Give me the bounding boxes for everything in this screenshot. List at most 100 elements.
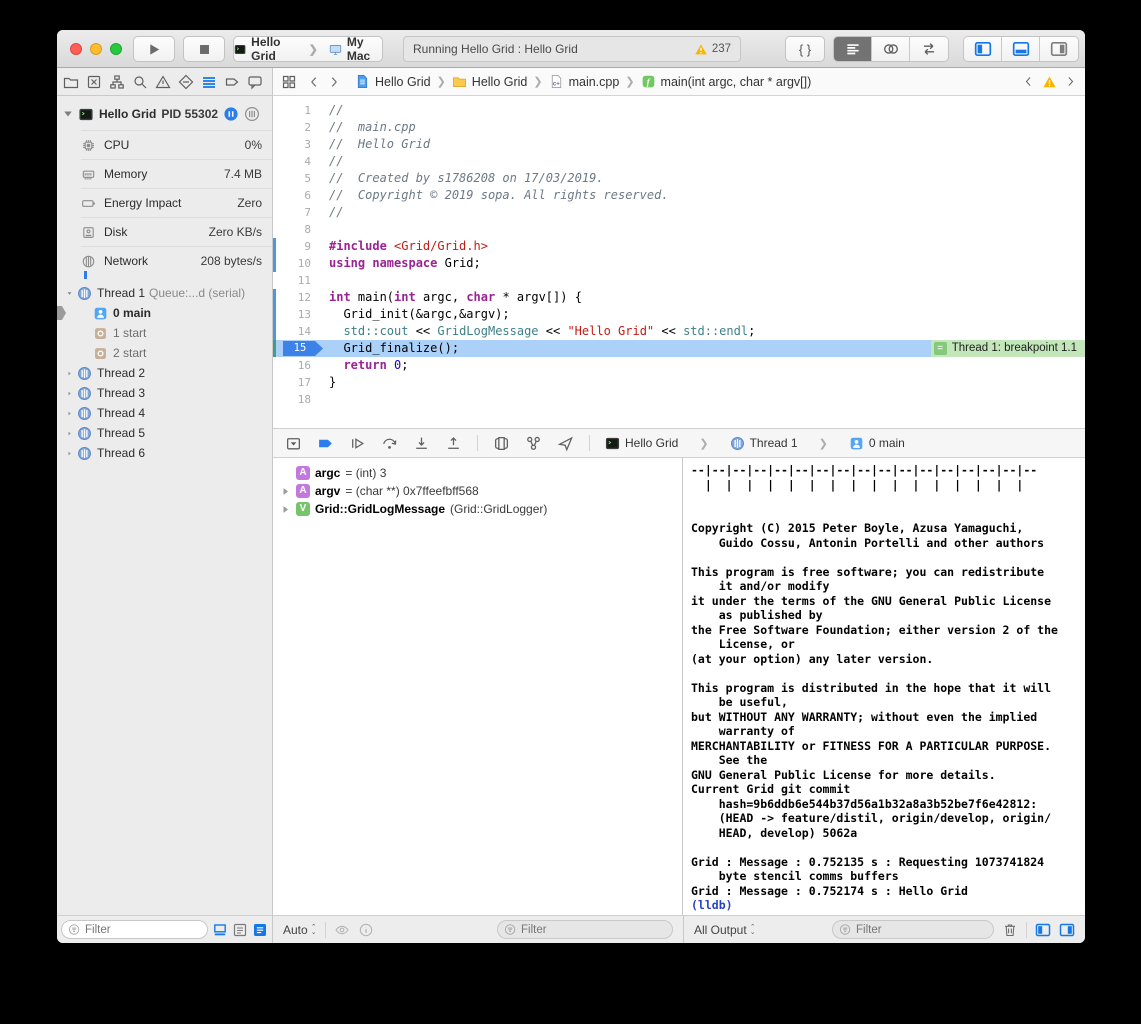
grouped-mode-icon[interactable] <box>252 922 268 938</box>
line-number[interactable]: 6 <box>273 187 321 204</box>
debug-area-panel-icon[interactable] <box>1002 37 1040 61</box>
debug-breadcrumb-item[interactable]: 0 main <box>849 436 905 451</box>
disclosure-closed[interactable] <box>67 389 77 398</box>
next-issue-icon[interactable] <box>1064 75 1077 88</box>
related-items-icon[interactable] <box>281 74 297 90</box>
line-number[interactable]: 13 <box>273 306 321 323</box>
disclosure-closed-icon[interactable] <box>67 429 72 438</box>
stack-frame-row[interactable]: 2 start <box>57 343 272 363</box>
gauge-row-energy-impact[interactable]: Energy ImpactZero <box>81 188 272 217</box>
simulate-location-icon[interactable] <box>557 435 574 452</box>
find-navigator-icon[interactable] <box>132 74 148 90</box>
disclosure-closed-icon[interactable] <box>67 369 72 378</box>
thread-row[interactable]: Thread 5 <box>57 423 272 443</box>
debug-breadcrumb-item[interactable]: Thread 1 <box>730 436 798 451</box>
line-number[interactable]: 17 <box>273 374 321 391</box>
breakpoint-navigator-icon[interactable] <box>224 74 240 90</box>
line-number[interactable]: 2 <box>273 119 321 136</box>
stack-frame-row[interactable]: 0 main <box>57 303 272 323</box>
close-window-button[interactable] <box>70 43 82 55</box>
activity-status[interactable]: Running Hello Grid : Hello Grid 237 <box>403 36 741 62</box>
show-variables-view-icon[interactable] <box>1035 922 1051 938</box>
disclosure[interactable] <box>281 487 291 496</box>
code-line[interactable]: 1// <box>273 102 1085 119</box>
code-line[interactable]: 12int main(int argc, char * argv[]) { <box>273 289 1085 306</box>
memory-graph-icon[interactable] <box>525 435 542 452</box>
line-number[interactable]: 16 <box>273 357 321 374</box>
thread-row[interactable]: Thread 1Queue:...d (serial) <box>57 283 272 303</box>
disclosure-closed-icon[interactable] <box>67 449 72 458</box>
thread-row[interactable]: Thread 6 <box>57 443 272 463</box>
variables-filter-field[interactable] <box>497 920 673 939</box>
library-button[interactable]: { } <box>785 36 825 62</box>
clear-console-icon[interactable] <box>1002 922 1018 938</box>
report-navigator-icon[interactable] <box>247 74 263 90</box>
disclosure-closed-icon[interactable] <box>67 409 72 418</box>
thread-row[interactable]: Thread 3 <box>57 383 272 403</box>
variables-scope-select[interactable]: Auto⌃⌄ <box>283 923 317 937</box>
disclosure-open-icon[interactable] <box>63 109 73 119</box>
gauge-row-disk[interactable]: DiskZero KB/s <box>81 217 272 246</box>
console-output[interactable]: --|--|--|--|--|--|--|--|--|--|--|--|--|-… <box>684 458 1085 915</box>
forward-icon[interactable] <box>327 75 341 89</box>
hide-debug-area-icon[interactable] <box>285 435 302 452</box>
stack-frame-row[interactable]: 1 start <box>57 323 272 343</box>
warning-counter[interactable]: 237 <box>694 43 731 56</box>
assistant-editor-icon[interactable] <box>872 37 910 61</box>
disclosure-closed[interactable] <box>67 369 77 378</box>
line-number[interactable]: 18 <box>273 391 321 408</box>
disclosure-closed-icon[interactable] <box>281 505 290 514</box>
issue-warning-icon[interactable] <box>1042 75 1057 89</box>
debug-breadcrumb-item[interactable]: Hello Grid <box>605 436 678 451</box>
step-into-icon[interactable] <box>413 435 430 452</box>
jumpbar-item[interactable]: c+main.cpp <box>549 74 620 89</box>
gauge-row-memory[interactable]: Memory7.4 MB <box>81 159 272 188</box>
navigator-filter-field[interactable] <box>61 920 208 939</box>
disclosure-open[interactable] <box>67 289 77 298</box>
disclosure-closed-icon[interactable] <box>67 389 72 398</box>
version-editor-icon[interactable] <box>910 37 948 61</box>
code-line[interactable]: 13 Grid_init(&argc,&argv); <box>273 306 1085 323</box>
view-hierarchy-icon[interactable] <box>493 435 510 452</box>
code-line[interactable]: 3// Hello Grid <box>273 136 1085 153</box>
line-number[interactable]: 5 <box>273 170 321 187</box>
tree-mode-icon[interactable] <box>232 922 248 938</box>
code-line[interactable]: 5// Created by s1786208 on 17/03/2019. <box>273 170 1085 187</box>
print-description-icon[interactable] <box>358 922 374 938</box>
console-filter-input[interactable] <box>856 924 987 936</box>
symbol-navigator-icon[interactable] <box>109 74 125 90</box>
gauge-row-cpu[interactable]: CPU0% <box>81 130 272 159</box>
show-console-view-icon[interactable] <box>1059 922 1075 938</box>
standard-editor-icon[interactable] <box>834 37 872 61</box>
code-line[interactable]: 18 <box>273 391 1085 408</box>
code-line[interactable]: 9#include <Grid/Grid.h> <box>273 238 1085 255</box>
variable-row[interactable]: Aargc= (int) 3 <box>273 464 682 482</box>
source-control-navigator-icon[interactable] <box>86 74 102 90</box>
jumpbar-item[interactable]: fmain(int argc, char * argv[]) <box>641 74 812 89</box>
debug-navigator-icon[interactable] <box>201 74 217 90</box>
line-number[interactable]: 11 <box>273 272 321 289</box>
quicklook-eye-icon[interactable] <box>334 922 350 938</box>
line-number[interactable]: 4 <box>273 153 321 170</box>
process-row[interactable]: Hello Grid PID 55302 <box>57 96 272 130</box>
lldb-prompt[interactable]: (lldb) <box>691 898 1085 913</box>
console-scope-select[interactable]: All Output⌃⌄ <box>694 923 756 937</box>
inspector-panel-icon[interactable] <box>1040 37 1078 61</box>
source-editor[interactable]: 1//2// main.cpp3// Hello Grid4//5// Crea… <box>273 96 1085 428</box>
previous-issue-icon[interactable] <box>1022 75 1035 88</box>
stop-button[interactable] <box>183 36 225 62</box>
breakpoint-badge[interactable]: 15 <box>283 341 323 356</box>
test-navigator-icon[interactable] <box>178 74 194 90</box>
code-line[interactable]: 6// Copyright © 2019 sopa. All rights re… <box>273 187 1085 204</box>
back-icon[interactable] <box>307 75 321 89</box>
disclosure-closed[interactable] <box>67 409 77 418</box>
step-over-icon[interactable] <box>381 435 398 452</box>
navigator-filter-input[interactable] <box>85 924 201 936</box>
run-button[interactable] <box>133 36 175 62</box>
console-filter-field[interactable] <box>832 920 994 939</box>
breakpoint-annotation[interactable]: =Thread 1: breakpoint 1.1 <box>931 340 1085 357</box>
disclosure-closed[interactable] <box>67 429 77 438</box>
code-line[interactable]: 16 return 0; <box>273 357 1085 374</box>
view-process-icon[interactable] <box>244 106 260 122</box>
line-number[interactable]: 3 <box>273 136 321 153</box>
